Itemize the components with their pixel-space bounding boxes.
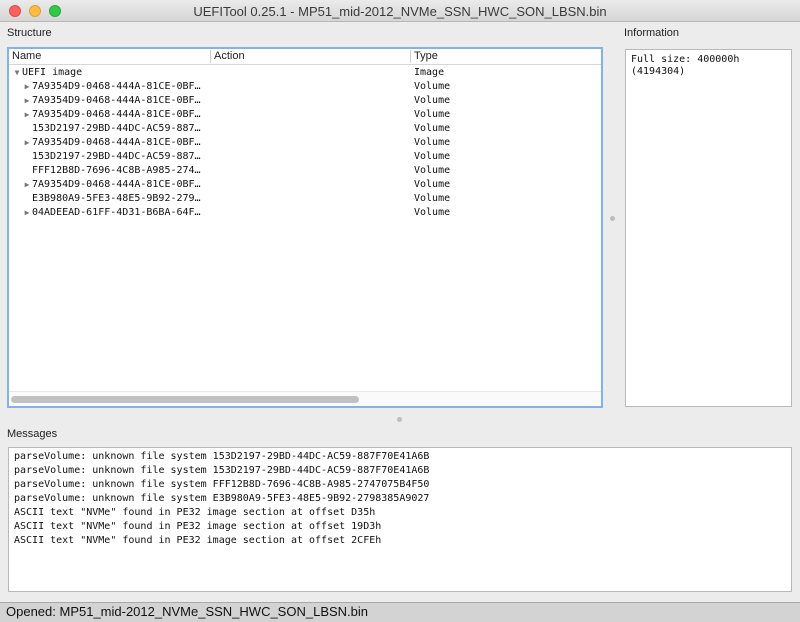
messages-list[interactable]: parseVolume: unknown file system 153D219… <box>8 447 792 592</box>
tree-row[interactable]: ▶FFF12B8D-7696-4C8B-A985-274… Volume <box>9 164 601 178</box>
tree-row-name-cell: ▶ 7A9354D9-0468-444A-81CE-0BF… <box>9 178 209 192</box>
collapse-arrow-icon[interactable]: ▼ <box>12 66 22 80</box>
tree-row-type: Volume <box>414 81 451 92</box>
tree-row-type: Volume <box>414 123 451 134</box>
status-bar: Opened: MP51_mid-2012_NVMe_SSN_HWC_SON_L… <box>0 602 800 622</box>
tree-rows: ▼ UEFI image Image ▶ 7A9354D9-0468-444A-81CE… <box>9 66 601 220</box>
horizontal-scrollbar-thumb[interactable] <box>11 396 359 403</box>
tree-row[interactable]: ▶ 7A9354D9-0468-444A-81CE-0BF… Volume <box>9 80 601 94</box>
tree-row[interactable]: ▶ 7A9354D9-0468-444A-81CE-0BF… Volume <box>9 108 601 122</box>
expand-arrow-icon[interactable]: ▶ <box>22 80 32 94</box>
tree-row-type: Volume <box>414 207 451 218</box>
structure-label: Structure <box>7 27 52 39</box>
tree-row-name: 7A9354D9-0468-444A-81CE-0BF… <box>32 81 201 92</box>
tree-row-name: 7A9354D9-0468-444A-81CE-0BF… <box>32 179 201 190</box>
messages-label: Messages <box>7 428 58 440</box>
tree-row[interactable]: ▶ 04ADEEAD-61FF-4D31-B6BA-64F… Volume <box>9 206 601 220</box>
tree-row-name: 153D2197-29BD-44DC-AC59-887… <box>32 123 201 134</box>
tree-row-name: 7A9354D9-0468-444A-81CE-0BF… <box>32 109 201 120</box>
expand-arrow-icon[interactable]: ▶ <box>22 94 32 108</box>
information-label: Information <box>624 27 680 39</box>
tree-row-name-cell: ▶ 04ADEEAD-61FF-4D31-B6BA-64F… <box>9 206 209 220</box>
message-line[interactable]: ASCII text "NVMe" found in PE32 image se… <box>9 520 429 534</box>
column-header-action[interactable]: Action <box>210 50 410 63</box>
tree-row-name-cell: ▶ 7A9354D9-0468-444A-81CE-0BF… <box>9 136 209 150</box>
information-panel[interactable]: Full size: 400000h (4194304) <box>625 49 792 407</box>
window-title: UEFITool 0.25.1 - MP51_mid-2012_NVMe_SSN… <box>193 4 607 19</box>
tree-row-name: 153D2197-29BD-44DC-AC59-887… <box>32 151 201 162</box>
tree-row-type: Volume <box>414 137 451 148</box>
tree-row-type: Volume <box>414 179 451 190</box>
tree-row-type: Volume <box>414 165 451 176</box>
expand-arrow-icon[interactable]: ▶ <box>22 206 32 220</box>
tree-row-name: FFF12B8D-7696-4C8B-A985-274… <box>32 165 201 176</box>
tree-row[interactable]: ▶153D2197-29BD-44DC-AC59-887… Volume <box>9 150 601 164</box>
column-header-name[interactable]: Name <box>9 50 209 63</box>
tree-row-type: Volume <box>414 95 451 106</box>
message-line[interactable]: parseVolume: unknown file system E3B980A… <box>9 492 429 506</box>
tree-row[interactable]: ▶ 7A9354D9-0468-444A-81CE-0BF… Volume <box>9 94 601 108</box>
horizontal-splitter-handle[interactable] <box>397 417 402 422</box>
tree-row-name-cell: ▶ 7A9354D9-0468-444A-81CE-0BF… <box>9 94 209 108</box>
tree-row-name-cell: ▶ 7A9354D9-0468-444A-81CE-0BF… <box>9 80 209 94</box>
tree-row[interactable]: ▶E3B980A9-5FE3-48E5-9B92-279… Volume <box>9 192 601 206</box>
tree-row-name-cell: ▼ UEFI image <box>9 66 209 80</box>
tree-row[interactable]: ▶153D2197-29BD-44DC-AC59-887… Volume <box>9 122 601 136</box>
tree-header: Name Action Type <box>9 49 601 65</box>
tree-row-name-cell: ▶FFF12B8D-7696-4C8B-A985-274… <box>9 164 209 178</box>
message-line[interactable]: parseVolume: unknown file system 153D219… <box>9 464 429 478</box>
column-header-type[interactable]: Type <box>410 50 600 63</box>
tree-row-name-cell: ▶153D2197-29BD-44DC-AC59-887… <box>9 122 209 136</box>
horizontal-scrollbar[interactable] <box>9 391 601 406</box>
expand-arrow-icon[interactable]: ▶ <box>22 178 32 192</box>
tree-row-type: Volume <box>414 151 451 162</box>
tree-row-name-cell: ▶153D2197-29BD-44DC-AC59-887… <box>9 150 209 164</box>
tree-row-type: Volume <box>414 193 451 204</box>
message-line[interactable]: ASCII text "NVMe" found in PE32 image se… <box>9 534 429 548</box>
tree-row-name: UEFI image <box>22 67 83 78</box>
tree-row-name: 7A9354D9-0468-444A-81CE-0BF… <box>32 95 201 106</box>
message-line[interactable]: parseVolume: unknown file system FFF12B8… <box>9 478 429 492</box>
message-line[interactable]: parseVolume: unknown file system 153D219… <box>9 450 429 464</box>
tree-row-type: Volume <box>414 109 451 120</box>
tree-row-name-cell: ▶E3B980A9-5FE3-48E5-9B92-279… <box>9 192 209 206</box>
tree-row-name-cell: ▶ 7A9354D9-0468-444A-81CE-0BF… <box>9 108 209 122</box>
tree-row-name: E3B980A9-5FE3-48E5-9B92-279… <box>32 193 201 204</box>
information-text: Full size: 400000h (4194304) <box>631 54 740 77</box>
message-lines: parseVolume: unknown file system 153D219… <box>9 450 429 548</box>
message-line[interactable]: ASCII text "NVMe" found in PE32 image se… <box>9 506 429 520</box>
tree-row-name: 7A9354D9-0468-444A-81CE-0BF… <box>32 137 201 148</box>
tree-row[interactable]: ▶ 7A9354D9-0468-444A-81CE-0BF… Volume <box>9 178 601 192</box>
expand-arrow-icon[interactable]: ▶ <box>22 136 32 150</box>
tree-row[interactable]: ▶ 7A9354D9-0468-444A-81CE-0BF… Volume <box>9 136 601 150</box>
expand-arrow-icon[interactable]: ▶ <box>22 108 32 122</box>
structure-tree[interactable]: Name Action Type ▼ UEFI image Image ▶ 7A9354… <box>7 47 603 408</box>
title-bar: UEFITool 0.25.1 - MP51_mid-2012_NVMe_SSN… <box>0 0 800 22</box>
tree-row-name: 04ADEEAD-61FF-4D31-B6BA-64F… <box>32 207 201 218</box>
tree-row[interactable]: ▼ UEFI image Image <box>9 66 601 80</box>
tree-row-type: Image <box>414 67 445 78</box>
vertical-splitter-handle[interactable] <box>610 216 615 221</box>
